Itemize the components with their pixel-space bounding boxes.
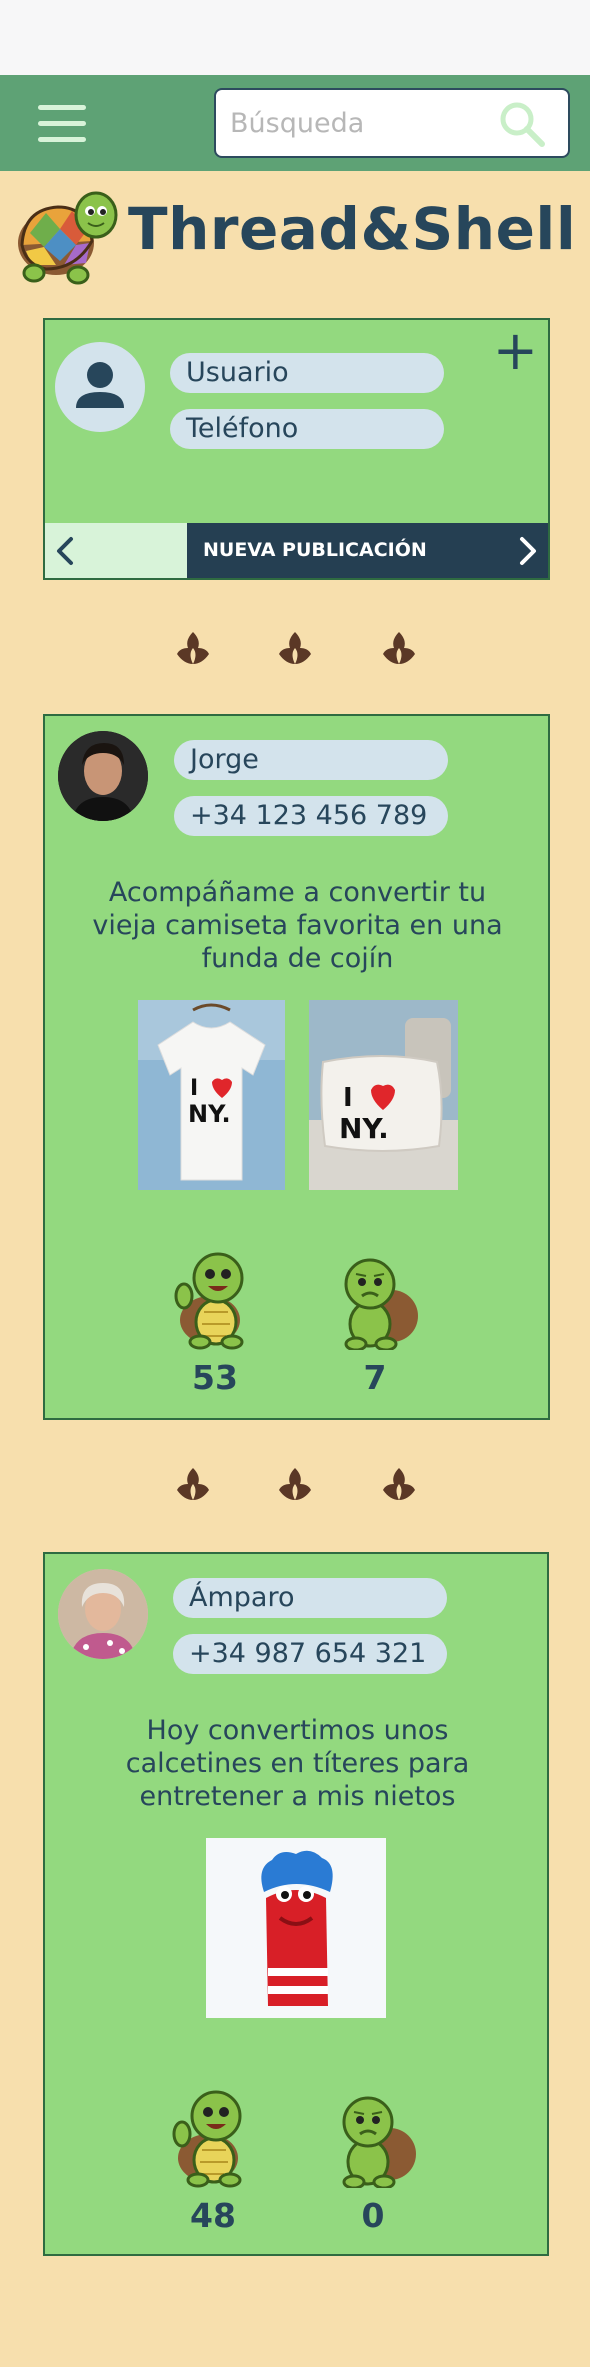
brand: Thread&Shell (16, 185, 576, 290)
sock-puppet-photo[interactable] (206, 1838, 386, 2018)
cushion-photo[interactable]: I NY. (309, 1000, 458, 1190)
section-divider (0, 630, 590, 670)
new-post-composer: Usuario Teléfono + NUEVA PUBLICACIÓN (43, 318, 550, 580)
prev-button[interactable] (45, 523, 187, 578)
seed-icon (383, 632, 415, 664)
post-text: Hoy convertimos unos calcetines en títer… (125, 1715, 470, 1812)
author-name: Ámparo (173, 1578, 447, 1618)
author-avatar[interactable] (58, 1569, 148, 1659)
svg-text:I: I (343, 1083, 353, 1113)
author-phone: +34 123 456 789 (174, 796, 448, 836)
seed-icon (177, 1468, 209, 1500)
author-name: Jorge (174, 740, 448, 780)
seed-icon (279, 1468, 311, 1500)
username-field[interactable]: Usuario (170, 353, 444, 393)
search-bar (214, 88, 570, 158)
seed-icon (279, 632, 311, 664)
new-post-bar: NUEVA PUBLICACIÓN (45, 523, 548, 578)
sad-turtle-icon (342, 2096, 416, 2190)
status-area (0, 0, 590, 75)
like-count: 48 (190, 2196, 236, 2235)
happy-turtle-icon (174, 1252, 244, 1350)
plus-icon[interactable]: + (493, 324, 538, 378)
tshirt-image: I NY. (138, 1000, 285, 1190)
dislike-button[interactable] (330, 1254, 420, 1352)
sad-turtle-icon (344, 1258, 418, 1352)
post-card: Ámparo +34 987 654 321 Hoy convertimos u… (43, 1552, 549, 2256)
person-photo (58, 731, 148, 821)
author-phone: +34 987 654 321 (173, 1634, 447, 1674)
sock-puppet-image (206, 1838, 386, 2018)
hamburger-icon[interactable] (38, 105, 86, 143)
section-divider (0, 1466, 590, 1506)
svg-text:NY.: NY. (339, 1112, 389, 1145)
dislike-button[interactable] (328, 2092, 418, 2190)
like-count: 53 (192, 1358, 238, 1397)
chevron-left-icon (57, 537, 73, 565)
chevron-right-icon (520, 537, 536, 565)
tshirt-photo[interactable]: I NY. (138, 1000, 285, 1190)
post-card: Jorge +34 123 456 789 Acompáñame a conve… (43, 714, 550, 1420)
svg-text:NY.: NY. (188, 1100, 231, 1128)
default-avatar (55, 342, 145, 432)
person-photo (58, 1569, 148, 1659)
dislike-count: 7 (363, 1358, 387, 1397)
like-button[interactable] (168, 2084, 258, 2190)
turtle-logo (18, 191, 118, 285)
seed-icon (383, 1468, 415, 1500)
svg-text:I: I (190, 1076, 198, 1101)
like-button[interactable] (170, 1246, 260, 1352)
dislike-count: 0 (361, 2196, 385, 2235)
post-text: Acompáñame a convertir tu vieja camiseta… (92, 877, 503, 974)
search-icon[interactable] (498, 100, 546, 148)
seed-icon (177, 632, 209, 664)
brand-name: Thread&Shell (128, 195, 577, 263)
happy-turtle-icon (172, 2090, 242, 2188)
user-icon (76, 362, 124, 408)
new-post-label: NUEVA PUBLICACIÓN (203, 539, 427, 561)
phone-field[interactable]: Teléfono (170, 409, 444, 449)
search-input[interactable] (230, 100, 500, 146)
author-avatar[interactable] (58, 731, 148, 821)
cushion-image: I NY. (309, 1000, 458, 1190)
new-post-button[interactable]: NUEVA PUBLICACIÓN (187, 523, 548, 578)
